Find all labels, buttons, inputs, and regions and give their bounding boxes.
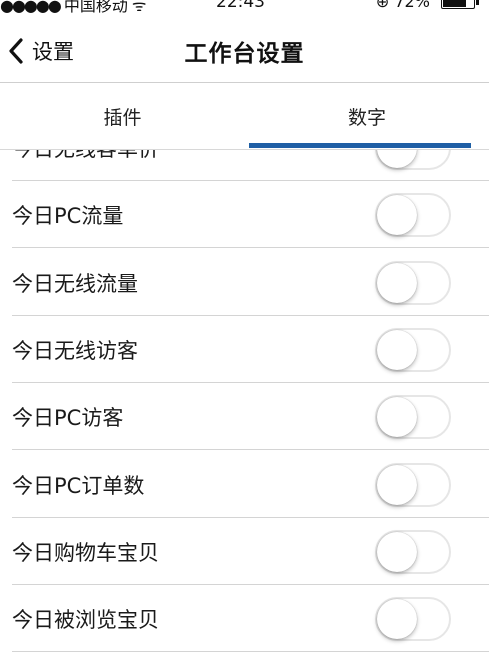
setting-label: 今日被浏览宝贝 bbox=[12, 607, 159, 632]
row-divider bbox=[12, 449, 489, 450]
status-right: ⊕ 72% bbox=[375, 0, 479, 11]
status-bar: ●●●●● 中国移动 ᯤ 22:43 ⊕ 72% bbox=[0, 0, 489, 15]
rotation-lock-icon: ⊕ bbox=[375, 0, 390, 11]
toggle-knob bbox=[377, 194, 417, 235]
signal-strength-icon: ●●●●● bbox=[0, 0, 62, 15]
setting-row: 今日购物车宝贝 bbox=[0, 518, 489, 585]
settings-list[interactable]: 今日无线客单价 今日PC流量 今日无线流量 今日无线访客 今日PC访客 今日PC… bbox=[0, 150, 489, 665]
setting-row: 今日PC订单数 bbox=[0, 451, 489, 518]
setting-row: 今日PC访客 bbox=[0, 383, 489, 450]
setting-row: 今日无线客单价 bbox=[0, 150, 489, 181]
navigation-bar: 设置 工作台设置 bbox=[0, 20, 489, 82]
toggle-knob bbox=[377, 464, 417, 505]
setting-toggle[interactable] bbox=[375, 462, 451, 507]
setting-toggle[interactable] bbox=[375, 260, 451, 305]
setting-label: 今日购物车宝贝 bbox=[12, 540, 159, 565]
battery-fill bbox=[443, 0, 467, 7]
setting-label: 今日无线流量 bbox=[12, 271, 138, 296]
setting-toggle[interactable] bbox=[375, 394, 451, 439]
battery-percent: 72% bbox=[394, 0, 430, 11]
battery-icon bbox=[441, 0, 479, 9]
setting-toggle[interactable] bbox=[375, 192, 451, 237]
active-tab-indicator bbox=[249, 143, 471, 148]
setting-row: 今日PC流量 bbox=[0, 181, 489, 248]
tab-plugins[interactable]: 插件 bbox=[0, 83, 245, 150]
setting-label: 今日无线访客 bbox=[12, 338, 138, 363]
status-time: 22:43 bbox=[216, 0, 265, 12]
setting-row: 今日被浏览宝贝 bbox=[0, 585, 489, 652]
setting-label: 今日PC流量 bbox=[12, 203, 124, 228]
carrier-info: ●●●●● 中国移动 ᯤ bbox=[0, 0, 146, 16]
setting-row: 今日无线流量 bbox=[0, 249, 489, 316]
setting-toggle[interactable] bbox=[375, 529, 451, 574]
page-title: 工作台设置 bbox=[184, 41, 305, 67]
wifi-icon: ᯤ bbox=[131, 0, 147, 15]
toggle-knob bbox=[377, 329, 417, 370]
toggle-knob bbox=[377, 598, 417, 639]
toggle-knob bbox=[377, 262, 417, 303]
setting-label: 今日PC订单数 bbox=[12, 473, 145, 498]
tab-bar: 插件 数字 bbox=[0, 83, 489, 150]
toggle-knob bbox=[377, 150, 417, 168]
setting-toggle[interactable] bbox=[375, 150, 451, 170]
setting-label: 今日PC访客 bbox=[12, 405, 124, 430]
setting-label: 今日无线客单价 bbox=[12, 150, 159, 163]
toggle-knob bbox=[377, 531, 417, 572]
row-divider bbox=[12, 651, 489, 652]
tab-numbers[interactable]: 数字 bbox=[245, 83, 489, 150]
setting-row: 今日无线访客 bbox=[0, 316, 489, 383]
toggle-knob bbox=[377, 396, 417, 437]
setting-toggle[interactable] bbox=[375, 596, 451, 641]
row-divider bbox=[12, 247, 489, 248]
setting-toggle[interactable] bbox=[375, 327, 451, 372]
carrier-name: 中国移动 bbox=[63, 0, 128, 15]
